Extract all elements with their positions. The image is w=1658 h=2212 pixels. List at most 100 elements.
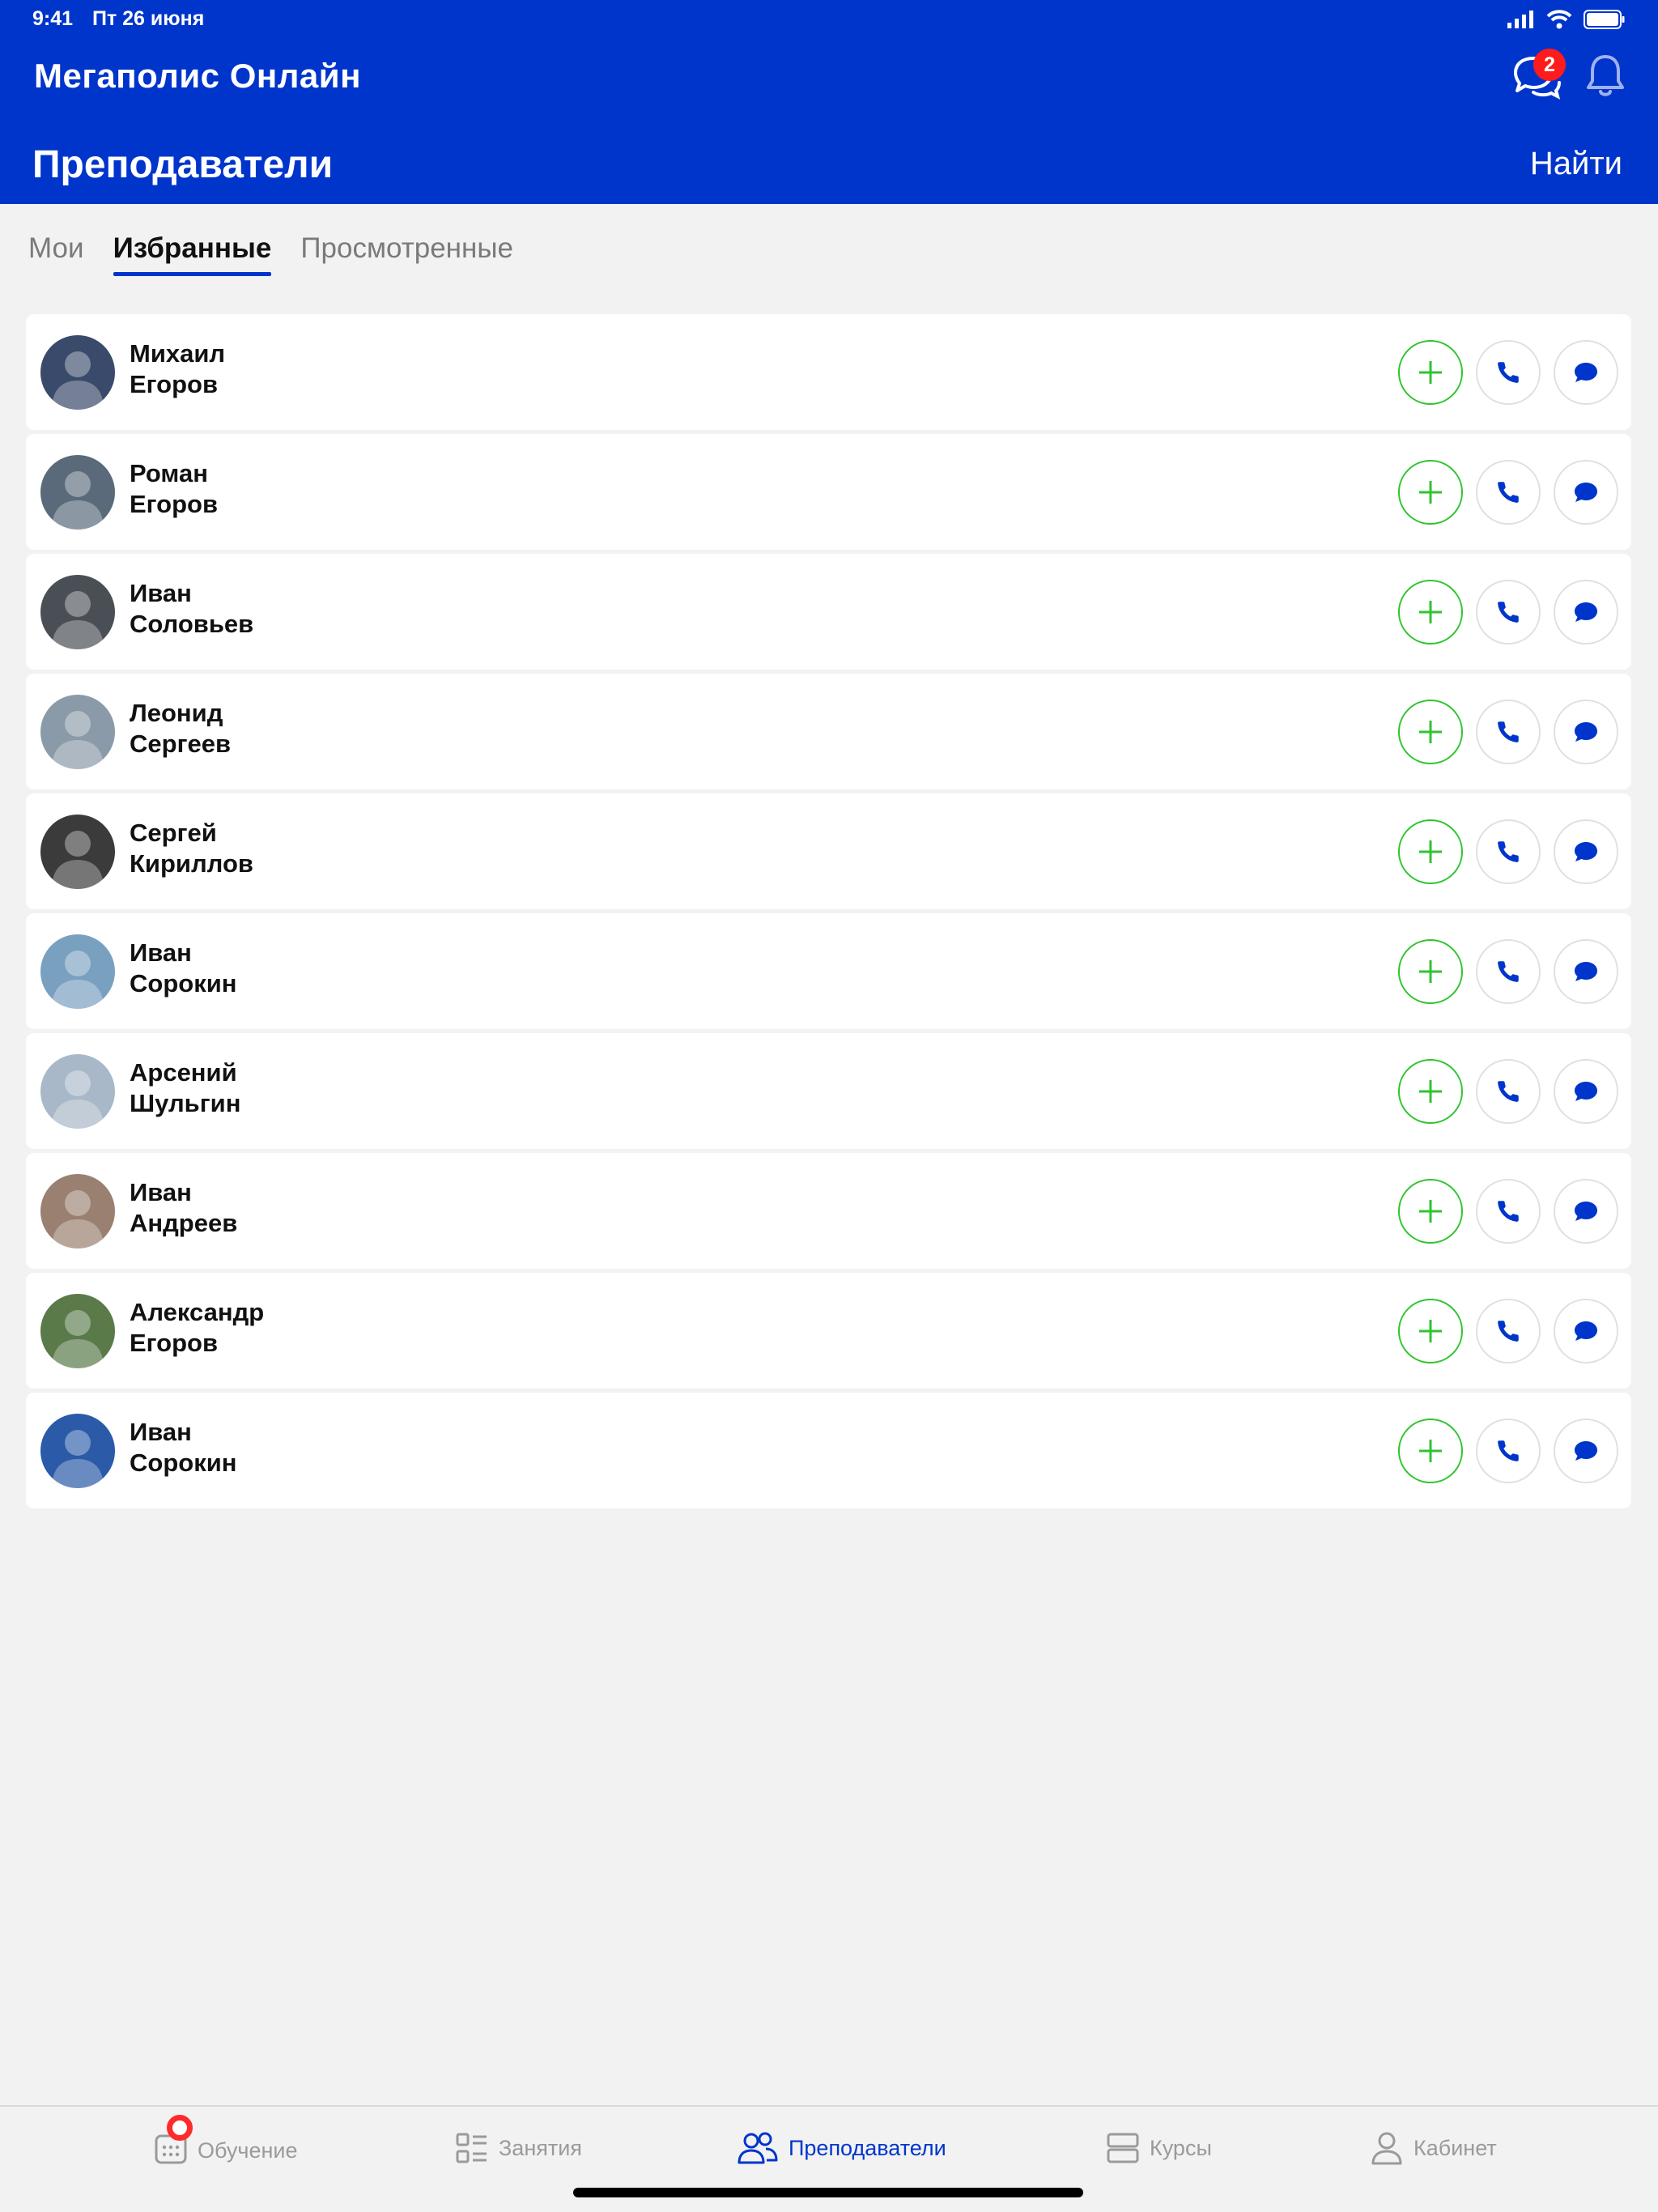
message-button[interactable]	[1554, 939, 1618, 1004]
chat-button[interactable]: 2	[1509, 49, 1566, 102]
message-button[interactable]	[1554, 1419, 1618, 1483]
add-button[interactable]	[1398, 1179, 1463, 1244]
message-button[interactable]	[1554, 340, 1618, 405]
avatar	[40, 1294, 115, 1368]
call-button[interactable]	[1476, 340, 1541, 405]
nav-training[interactable]: Обучение	[154, 2115, 297, 2171]
call-button[interactable]	[1476, 939, 1541, 1004]
call-button[interactable]	[1476, 580, 1541, 644]
tab-mine[interactable]: Мои	[28, 232, 84, 276]
message-button[interactable]	[1554, 1179, 1618, 1244]
teacher-name[interactable]: Арсений Шульгин	[130, 1057, 240, 1119]
nav-cabinet[interactable]: Кабинет	[1370, 2131, 1497, 2165]
tab-favorites[interactable]: Избранные	[113, 232, 271, 276]
teacher-card[interactable]: Иван Сорокин	[26, 913, 1631, 1029]
find-button[interactable]: Найти	[1530, 146, 1622, 182]
avatar-photo	[40, 1174, 115, 1249]
message-icon	[1575, 962, 1597, 981]
card-actions	[1398, 700, 1618, 764]
last-name: Сергеев	[130, 730, 232, 758]
call-button[interactable]	[1476, 1299, 1541, 1363]
home-indicator	[573, 2188, 1083, 2197]
message-button[interactable]	[1554, 700, 1618, 764]
teacher-card[interactable]: Леонид Сергеев	[26, 674, 1631, 789]
teacher-name[interactable]: Иван Андреев	[130, 1177, 237, 1239]
avatar	[40, 815, 115, 889]
add-button[interactable]	[1398, 1419, 1463, 1483]
card-actions	[1398, 939, 1618, 1004]
call-button[interactable]	[1476, 1419, 1541, 1483]
message-icon	[1575, 363, 1597, 382]
nav-lessons[interactable]: Занятия	[455, 2131, 582, 2165]
message-button[interactable]	[1554, 1299, 1618, 1363]
page-title: Преподаватели	[32, 143, 334, 186]
message-button[interactable]	[1554, 580, 1618, 644]
add-button[interactable]	[1398, 700, 1463, 764]
teacher-card[interactable]: Александр Егоров	[26, 1273, 1631, 1389]
message-icon	[1575, 1082, 1597, 1101]
message-button[interactable]	[1554, 1059, 1618, 1124]
last-name: Егоров	[130, 370, 219, 398]
add-button[interactable]	[1398, 939, 1463, 1004]
call-button[interactable]	[1476, 460, 1541, 525]
message-button[interactable]	[1554, 460, 1618, 525]
first-name: Арсений	[130, 1058, 237, 1087]
first-name: Сергей	[130, 819, 217, 847]
teacher-card[interactable]: Иван Андреев	[26, 1153, 1631, 1269]
add-button[interactable]	[1398, 340, 1463, 405]
card-actions	[1398, 1179, 1618, 1244]
message-button[interactable]	[1554, 819, 1618, 884]
teacher-name[interactable]: Александр Егоров	[130, 1297, 264, 1359]
call-button[interactable]	[1476, 819, 1541, 884]
plus-icon	[1419, 721, 1442, 743]
tab-viewed[interactable]: Просмотренные	[300, 232, 513, 276]
signal-icon	[1507, 11, 1533, 28]
add-button[interactable]	[1398, 1299, 1463, 1363]
add-button[interactable]	[1398, 580, 1463, 644]
bell-icon[interactable]	[1585, 53, 1626, 99]
nav-teachers[interactable]: Преподаватели	[737, 2131, 946, 2165]
teacher-name[interactable]: Иван Соловьев	[130, 578, 253, 640]
call-button[interactable]	[1476, 1059, 1541, 1124]
avatar	[40, 575, 115, 649]
phone-icon	[1498, 1201, 1519, 1222]
call-button[interactable]	[1476, 1179, 1541, 1244]
teacher-card[interactable]: Арсений Шульгин	[26, 1033, 1631, 1149]
teacher-name[interactable]: Сергей Кириллов	[130, 818, 253, 879]
message-icon	[1575, 1441, 1597, 1461]
nav-label: Преподаватели	[789, 2135, 946, 2160]
teacher-name[interactable]: Роман Егоров	[130, 458, 218, 520]
last-name: Соловьев	[130, 610, 254, 638]
avatar	[40, 1054, 115, 1129]
first-name: Михаил	[130, 339, 226, 368]
add-button[interactable]	[1398, 819, 1463, 884]
phone-icon	[1498, 602, 1519, 623]
teacher-name[interactable]: Иван Сорокин	[130, 1417, 237, 1478]
nav-label: Курсы	[1150, 2135, 1212, 2160]
first-name: Иван	[130, 1418, 192, 1446]
teacher-card[interactable]: Михаил Егоров	[26, 314, 1631, 430]
call-button[interactable]	[1476, 700, 1541, 764]
first-name: Александр	[130, 1298, 265, 1326]
last-name: Сорокин	[130, 969, 237, 998]
avatar	[40, 1174, 115, 1249]
teacher-name[interactable]: Иван Сорокин	[130, 938, 237, 999]
teacher-card[interactable]: Роман Егоров	[26, 434, 1631, 550]
first-name: Иван	[130, 938, 192, 967]
nav-courses[interactable]: Курсы	[1106, 2131, 1212, 2165]
first-name: Леонид	[130, 699, 223, 727]
add-button[interactable]	[1398, 1059, 1463, 1124]
teacher-card[interactable]: Сергей Кириллов	[26, 793, 1631, 909]
phone-icon	[1498, 1321, 1519, 1342]
segment-tabs: Мои Избранные Просмотренные	[28, 232, 513, 276]
teacher-name[interactable]: Михаил Егоров	[130, 338, 225, 400]
teacher-card[interactable]: Иван Сорокин	[26, 1393, 1631, 1508]
phone-icon	[1498, 961, 1519, 982]
plus-icon	[1419, 960, 1442, 983]
card-actions	[1398, 1059, 1618, 1124]
teacher-card[interactable]: Иван Соловьев	[26, 554, 1631, 670]
teacher-name[interactable]: Леонид Сергеев	[130, 698, 231, 759]
add-button[interactable]	[1398, 460, 1463, 525]
status-icons	[1507, 10, 1626, 29]
plus-icon	[1419, 481, 1442, 504]
